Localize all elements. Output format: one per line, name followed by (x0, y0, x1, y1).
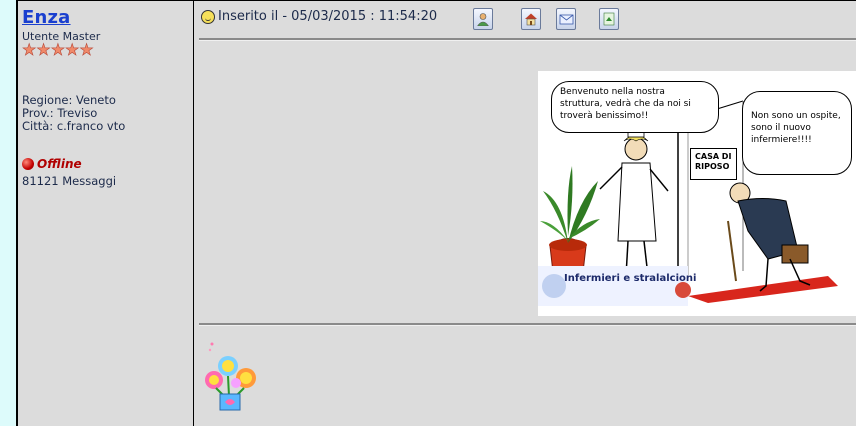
star-icon: ★ (79, 40, 94, 59)
author-province: Prov.: Treviso (22, 106, 98, 120)
rank-stars: ★ ★ ★ ★ ★ (22, 40, 94, 59)
signature-image (198, 338, 264, 418)
email-button[interactable] (556, 8, 576, 30)
offline-dot-icon (22, 158, 34, 170)
message-count: 81121 Messaggi (22, 174, 117, 188)
author-name-link[interactable]: Enza (22, 7, 71, 28)
column-divider (193, 0, 194, 426)
author-region: Regione: Veneto (22, 93, 116, 107)
homepage-button[interactable] (521, 8, 541, 30)
online-status: Offline (22, 157, 82, 171)
star-icon: ★ (22, 40, 37, 59)
star-icon: ★ (36, 40, 51, 59)
status-label: Offline (37, 157, 82, 171)
speech-bubble-right: Non sono un ospite, sono il nuovo inferm… (742, 91, 852, 175)
flower-pot-icon (205, 342, 256, 411)
profile-button[interactable] (473, 8, 493, 30)
homepage-icon (525, 13, 537, 26)
post-date: Inserito il - 05/03/2015 : 11:54:20 (218, 9, 438, 24)
care-home-sign: CASA DI RIPOSO (690, 148, 737, 180)
author-city: Città: c.franco vto (22, 119, 126, 133)
quote-button[interactable] (599, 8, 619, 30)
post-image: Benvenuto nella nostra struttura, vedrà … (538, 71, 856, 316)
cartoon-banner: Infermieri e stralalcioni (564, 273, 697, 284)
speech-bubble-left: Benvenuto nella nostra struttura, vedrà … (551, 81, 719, 133)
post-header: Inserito il - 05/03/2015 : 11:54:20 (201, 9, 437, 24)
smiley-icon (201, 9, 215, 24)
profile-icon (477, 13, 489, 26)
quote-icon (603, 12, 615, 26)
header-divider (199, 38, 856, 41)
signature-divider (199, 323, 856, 326)
star-icon: ★ (50, 40, 66, 59)
star-icon: ★ (65, 40, 80, 59)
email-icon (559, 14, 574, 25)
